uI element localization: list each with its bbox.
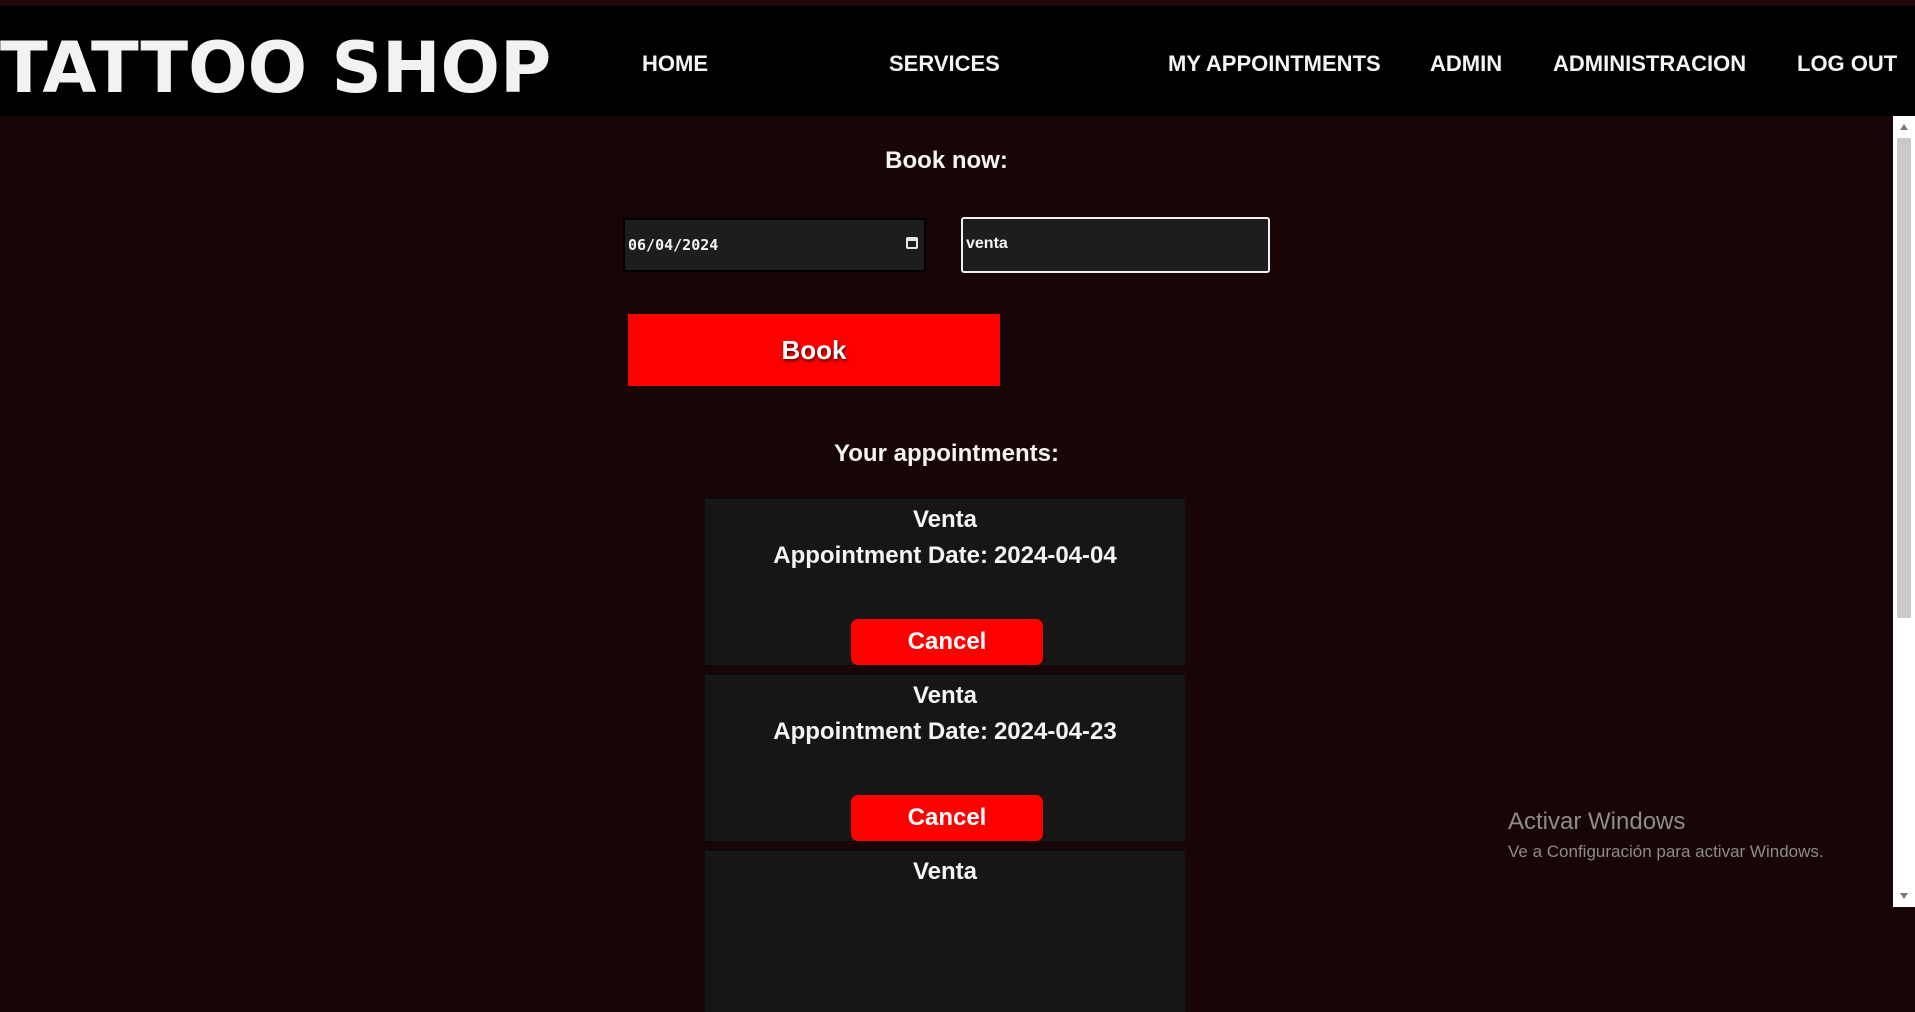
- vertical-scrollbar[interactable]: [1893, 116, 1915, 907]
- appointment-card: Venta Appointment Date: 2024-04-04 Cancel: [704, 498, 1186, 666]
- activation-watermark-subtitle: Ve a Configuración para activar Windows.: [1508, 842, 1824, 861]
- scroll-thumb[interactable]: [1897, 138, 1911, 618]
- nav-logout[interactable]: LOG OUT: [1797, 50, 1897, 78]
- main-content: Book now: 06/04/2024 venta Book Your app…: [0, 116, 1893, 1012]
- nav-home[interactable]: HOME: [642, 50, 708, 78]
- appointment-date-label: Appointment Date:: [773, 542, 988, 569]
- cancel-button[interactable]: Cancel: [851, 795, 1043, 841]
- site-logo[interactable]: TATTOO SHOP: [0, 28, 551, 108]
- appointment-date-line: Appointment Date: 2024-04-04: [705, 541, 1185, 571]
- appointment-date-value: 2024-04-04: [993, 542, 1117, 569]
- book-now-heading: Book now:: [885, 147, 1008, 174]
- scroll-down-arrow-icon[interactable]: [1900, 893, 1908, 899]
- appointment-date-line: Appointment Date: 2024-04-23: [705, 717, 1185, 747]
- appointments-list: Venta Appointment Date: 2024-04-04 Cancel…: [704, 498, 1186, 1012]
- appointments-heading: Your appointments:: [834, 440, 1059, 467]
- appointment-service: Venta: [912, 506, 978, 533]
- calendar-icon[interactable]: [906, 237, 918, 249]
- nav-services[interactable]: SERVICES: [889, 50, 1000, 78]
- service-value: venta: [966, 235, 1008, 252]
- appointment-date-value: 2024-04-23: [993, 718, 1117, 745]
- date-input[interactable]: 06/04/2024: [623, 218, 926, 272]
- appointment-service: Venta: [912, 858, 978, 885]
- appointment-service: Venta: [912, 682, 978, 709]
- nav-administracion[interactable]: ADMINISTRACION: [1553, 50, 1746, 78]
- date-value: 06/04/2024: [628, 236, 719, 254]
- service-input[interactable]: venta: [961, 217, 1270, 273]
- scroll-up-arrow-icon[interactable]: [1900, 124, 1908, 130]
- activation-watermark-title: Activar Windows: [1508, 808, 1686, 835]
- appointment-date-label: Appointment Date:: [773, 718, 988, 745]
- cancel-button[interactable]: Cancel: [851, 619, 1043, 665]
- nav-my-appointments[interactable]: MY APPOINTMENTS: [1168, 50, 1381, 78]
- appointment-card: Venta: [704, 850, 1186, 1012]
- book-button[interactable]: Book: [628, 314, 1000, 386]
- navbar: TATTOO SHOP HOME SERVICES MY APPOINTMENT…: [0, 6, 1915, 116]
- appointment-card: Venta Appointment Date: 2024-04-23 Cancel: [704, 674, 1186, 842]
- nav-admin[interactable]: ADMIN: [1430, 50, 1502, 78]
